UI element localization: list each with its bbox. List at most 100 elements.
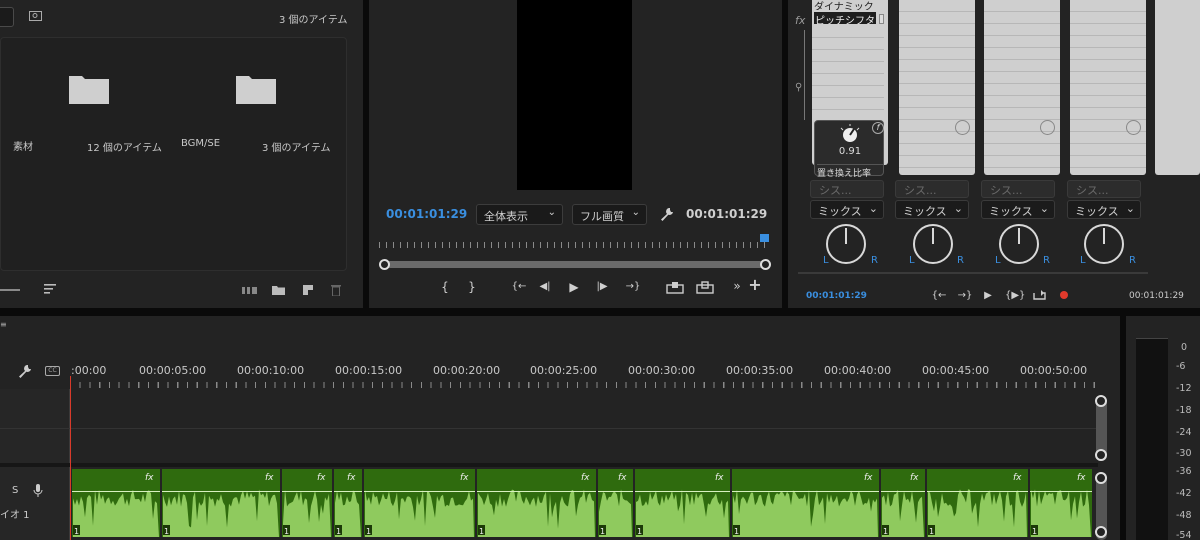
microphone-icon[interactable]: [33, 484, 43, 497]
mixer-current-timecode[interactable]: 00:01:01:29: [806, 291, 867, 301]
wrench-icon[interactable]: [660, 207, 674, 221]
mark-in-button[interactable]: {: [436, 280, 454, 294]
zoom-select[interactable]: 全体表示 ⌄: [476, 204, 563, 225]
strip-1-scrollbar[interactable]: [879, 14, 884, 24]
clip-fx-badge[interactable]: fx: [265, 473, 274, 483]
clip-fx-badge[interactable]: fx: [618, 473, 627, 483]
clip-fx-badge[interactable]: fx: [864, 473, 873, 483]
scroll-handle[interactable]: [1095, 449, 1107, 461]
mark-out-button[interactable]: }: [463, 280, 481, 294]
ruler-label: 00:00:25:00: [530, 364, 598, 377]
scroll-handle-left[interactable]: [379, 259, 390, 270]
effect-enable-icon[interactable]: [1126, 120, 1141, 135]
mode-value: ミックス: [1075, 205, 1119, 218]
audio-clip[interactable]: [477, 469, 596, 537]
automation-mode-select[interactable]: ミックス ⌄: [1067, 200, 1141, 219]
current-timecode[interactable]: 00:01:01:29: [386, 207, 467, 221]
project-item-count: 3 個のアイテム: [279, 15, 348, 26]
clip-fx-badge[interactable]: fx: [910, 473, 919, 483]
scroll-handle[interactable]: [1095, 472, 1107, 484]
sort-icon[interactable]: [44, 284, 56, 294]
clip-fx-badge[interactable]: fx: [347, 473, 356, 483]
folder-icon[interactable]: [69, 72, 109, 104]
mixer-go-out-button[interactable]: →}: [954, 289, 976, 303]
new-item-icon[interactable]: [303, 285, 314, 296]
step-back-button[interactable]: ◀|: [536, 280, 554, 294]
mixer-play-in-out-button[interactable]: {▶}: [1005, 289, 1025, 303]
program-monitor: 00:01:01:29 全体表示 ⌄ フル画質 ⌄ 00:01:01:29 { …: [369, 0, 782, 308]
send-select[interactable]: シス...: [895, 180, 969, 198]
more-controls-button[interactable]: »: [728, 279, 746, 293]
param-name-select[interactable]: 置き換え比率: [817, 164, 883, 179]
automation-mode-select[interactable]: ミックス ⌄: [895, 200, 969, 219]
effect-enable-icon[interactable]: [955, 120, 970, 135]
automation-mode-select[interactable]: ミックス ⌄: [981, 200, 1055, 219]
pan-knob[interactable]: [913, 224, 953, 264]
clip-fx-badge[interactable]: fx: [715, 473, 724, 483]
captions-icon[interactable]: CC: [45, 366, 60, 376]
play-button[interactable]: ▶: [565, 280, 583, 294]
scroll-handle[interactable]: [1095, 526, 1107, 538]
effect-slot[interactable]: ダイナミック: [814, 0, 876, 10]
mixer-divider: [798, 272, 1148, 274]
clip-fx-badge[interactable]: fx: [145, 473, 154, 483]
extract-icon[interactable]: [696, 281, 714, 294]
send-select[interactable]: シス...: [810, 180, 884, 198]
folder-icon[interactable]: [236, 72, 276, 104]
record-button[interactable]: [1060, 291, 1068, 299]
scrub-bar[interactable]: [384, 261, 766, 268]
new-bin-icon[interactable]: [272, 285, 285, 295]
meter-tick: -18: [1176, 405, 1192, 416]
mixer-play-button[interactable]: ▶: [979, 289, 997, 303]
trash-icon[interactable]: [331, 284, 341, 296]
panel-menu-icon[interactable]: ≡: [0, 320, 7, 329]
clip-channel-label: 1: [1032, 527, 1037, 536]
param-knob-icon[interactable]: [838, 124, 862, 144]
audio-clip[interactable]: [364, 469, 475, 537]
clip-fx-badge[interactable]: fx: [581, 473, 590, 483]
audio-clip[interactable]: [162, 469, 280, 537]
time-ruler[interactable]: [379, 234, 767, 248]
playhead-marker[interactable]: [760, 234, 769, 242]
fx-bypass-icon[interactable]: f: [872, 122, 884, 134]
clip-fx-badge[interactable]: fx: [317, 473, 326, 483]
go-to-out-button[interactable]: →}: [621, 280, 645, 294]
effect-slot-list[interactable]: [812, 26, 884, 118]
wrench-icon[interactable]: [18, 364, 32, 378]
search-input[interactable]: [0, 7, 14, 27]
clip-fx-badge[interactable]: fx: [1077, 473, 1086, 483]
add-button-icon[interactable]: +: [746, 277, 764, 293]
clip-fx-badge[interactable]: fx: [460, 473, 469, 483]
scroll-handle-right[interactable]: [760, 259, 771, 270]
mixer-duration-timecode: 00:01:01:29: [1129, 291, 1184, 301]
automation-mode-select[interactable]: ミックス ⌄: [810, 200, 884, 219]
zoom-slider[interactable]: [0, 289, 20, 291]
pan-knob[interactable]: [826, 224, 866, 264]
solo-button[interactable]: S: [12, 485, 18, 496]
audio-mixer: fx ⚲ ダイナミック ピッチシフタ f 0.91 置き換え比率 シス... シ…: [788, 0, 1200, 308]
meter-tick: -48: [1176, 510, 1192, 521]
quality-select[interactable]: フル画質 ⌄: [572, 204, 647, 225]
pan-right-label: R: [871, 255, 878, 266]
go-to-in-button[interactable]: {←: [507, 280, 531, 294]
pan-knob[interactable]: [999, 224, 1039, 264]
scroll-handle[interactable]: [1095, 395, 1107, 407]
step-forward-button[interactable]: |▶: [593, 280, 611, 294]
clip-fx-badge[interactable]: fx: [1013, 473, 1022, 483]
mixer-go-in-button[interactable]: {←: [928, 289, 950, 303]
pan-knob[interactable]: [1084, 224, 1124, 264]
effect-slot[interactable]: ピッチシフタ: [814, 12, 876, 24]
automate-icon[interactable]: [242, 286, 258, 295]
clip-channel-label: 1: [479, 527, 484, 536]
meter-tick: -30: [1176, 448, 1192, 459]
loop-icon[interactable]: [1033, 290, 1046, 300]
mode-value: ミックス: [989, 205, 1033, 218]
find-icon[interactable]: [29, 10, 43, 22]
lift-icon[interactable]: [666, 281, 684, 294]
timeline-ruler[interactable]: [70, 376, 1100, 388]
send-select[interactable]: シス...: [1067, 180, 1141, 198]
audio-clips[interactable]: fx 1 fx 1 fx 1 fx 1 fx 1 fx 1 fx 1 fx 1 fx 1 fx 1 fx 1 fx 1: [71, 469, 1093, 537]
send-select[interactable]: シス...: [981, 180, 1055, 198]
effect-enable-icon[interactable]: [1040, 120, 1055, 135]
audio-clip[interactable]: [732, 469, 879, 537]
